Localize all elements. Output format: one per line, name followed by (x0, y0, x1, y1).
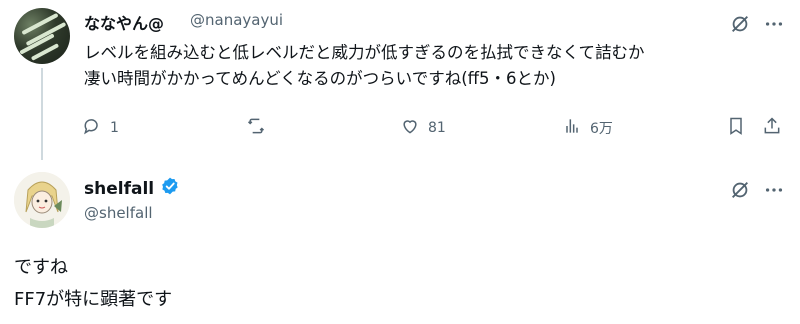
tweet-text: レベルを組み込むと低レベルだと威力が低すぎるのを払拭できなくて詰むか 凄い時間が… (84, 40, 784, 92)
retweet-button[interactable] (246, 116, 266, 140)
tweet-text-line: ですね (14, 257, 68, 278)
retweet-icon (246, 116, 266, 140)
tweet-text-line: FF7が特に顕著です (14, 289, 173, 310)
reply-count: 1 (110, 120, 119, 136)
like-count: 81 (428, 120, 446, 136)
tweet-text: ですね FF7が特に顕著です (14, 252, 172, 316)
reply-icon (82, 116, 102, 140)
like-button[interactable]: 81 (400, 116, 446, 140)
more-icon[interactable] (762, 12, 786, 36)
more-icon[interactable] (762, 178, 786, 202)
tweet-text-line: 凄い時間がかかってめんどくなるのがつらいですね(ff5・6とか) (84, 69, 556, 88)
share-icon (762, 116, 782, 140)
tweet-text-line: レベルを組み込むと低レベルだと威力が低すぎるのを払拭できなくて詰むか (84, 43, 645, 62)
like-icon (400, 116, 420, 140)
handle[interactable]: @shelfall (84, 204, 153, 222)
display-name[interactable]: ななやん@ (84, 10, 164, 34)
thread-line (41, 68, 43, 160)
bookmark-icon (726, 116, 746, 140)
share-button[interactable] (762, 116, 782, 140)
views-count: 6万 (590, 121, 613, 137)
display-name-text[interactable]: shelfall (84, 179, 154, 199)
views-icon (562, 116, 582, 140)
grok-icon[interactable] (728, 12, 752, 36)
avatar[interactable] (14, 172, 70, 228)
display-name[interactable]: shelfall (84, 176, 180, 201)
grok-icon[interactable] (728, 178, 752, 202)
views-button[interactable]: 6万 (562, 116, 613, 140)
reply-button[interactable]: 1 (82, 116, 119, 140)
avatar[interactable] (14, 8, 70, 64)
handle[interactable]: @nanayayui (190, 11, 283, 29)
verified-badge-icon (160, 176, 180, 201)
bookmark-button[interactable] (726, 116, 746, 140)
